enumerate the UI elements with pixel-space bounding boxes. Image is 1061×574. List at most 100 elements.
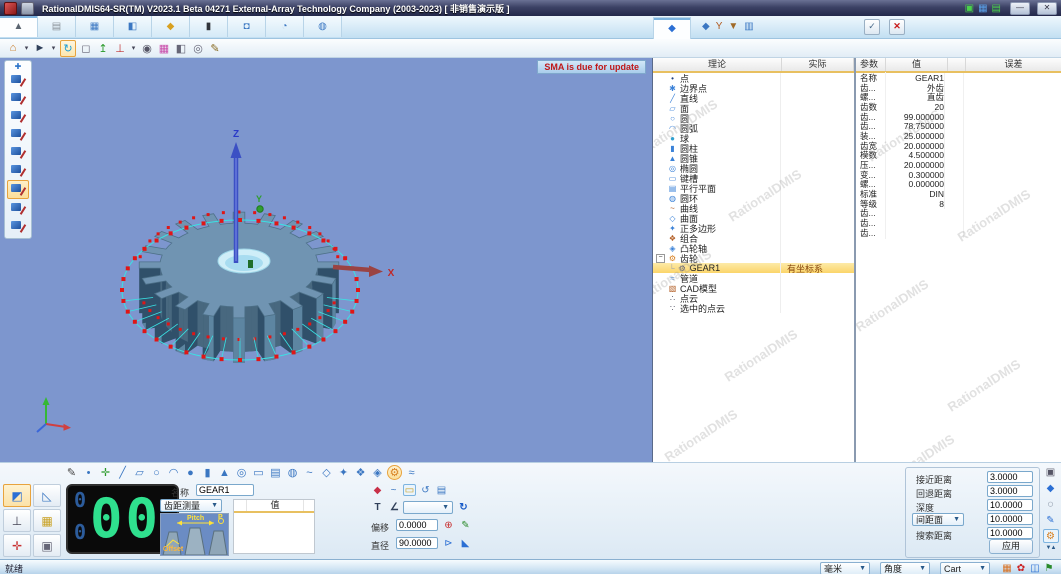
view-button[interactable]: ◉ <box>140 41 154 56</box>
name-input[interactable] <box>196 484 254 496</box>
tool-status-icon[interactable]: ◫ <box>1028 562 1042 574</box>
snapshot-button[interactable]: ◧ <box>174 41 188 56</box>
apply-check-icon[interactable]: ✓ <box>864 19 880 35</box>
stylus-panel-icon[interactable]: ✎ <box>1043 513 1059 527</box>
collapse-toggle[interactable]: − <box>656 254 665 263</box>
graph-view-icon[interactable]: ~ <box>387 484 400 496</box>
combine-feature-icon[interactable]: ❖ <box>353 465 368 480</box>
model-icon[interactable]: ◆ <box>702 19 710 34</box>
sma-warning-badge[interactable]: SMA is due for update <box>537 60 646 74</box>
tab-shield[interactable]: ◘ <box>228 16 266 37</box>
offset-input[interactable] <box>396 519 438 531</box>
param-row[interactable]: 齿宽20.000000 <box>856 141 1061 151</box>
param-row[interactable]: 等级8 <box>856 199 1061 209</box>
machine-button[interactable]: ▣ <box>33 534 61 557</box>
home-caret[interactable]: ▾ <box>23 41 30 56</box>
caliper-button[interactable]: ◺ <box>33 484 61 507</box>
layout-icon[interactable]: ▦ <box>978 3 987 14</box>
param-row[interactable]: 标准DIN <box>856 189 1061 199</box>
export-button[interactable]: ↥ <box>96 41 110 56</box>
pipe-feature-icon[interactable]: ≈ <box>404 465 419 480</box>
filter-icon[interactable]: Y <box>716 19 723 34</box>
param-row[interactable]: 变...0.300000 <box>856 170 1061 180</box>
gear-panel-icon[interactable]: ⚙ <box>1043 529 1059 543</box>
pin-icon[interactable]: ✚ <box>15 62 22 71</box>
param-row[interactable]: 螺...直齿 <box>856 92 1061 102</box>
param-row[interactable]: 齿... <box>856 209 1061 219</box>
circle-feature-icon[interactable]: ○ <box>149 465 164 480</box>
machine-panel-icon[interactable]: ▣ <box>1043 465 1059 479</box>
alarm-status-icon[interactable]: ✿ <box>1014 562 1028 574</box>
evaluate-icon[interactable]: ⊳ <box>442 537 455 549</box>
surface-feature-icon[interactable]: ◇ <box>319 465 334 480</box>
probe-config-button[interactable] <box>8 72 28 89</box>
parallel-planes-feature-icon[interactable]: ▤ <box>268 465 283 480</box>
tree-header-theory[interactable]: 理论 <box>653 58 782 71</box>
close-button[interactable]: ✕ <box>1037 2 1057 15</box>
export-feature-icon[interactable]: ◣ <box>459 537 472 549</box>
measure-row-input[interactable] <box>987 499 1033 511</box>
refresh-button[interactable]: ↻ <box>60 40 76 57</box>
gear-feature-icon[interactable]: ⚙ <box>387 465 402 480</box>
devices-icon[interactable]: ▤ <box>992 3 1001 14</box>
tab-clock[interactable]: ◔ <box>266 16 304 37</box>
probe-config-button[interactable] <box>8 108 28 125</box>
scene-canvas[interactable]: ZXY <box>0 58 652 462</box>
axes-caret[interactable]: ▾ <box>130 41 137 56</box>
palette-button[interactable]: ▦ <box>157 41 171 56</box>
param-row[interactable]: 装...25.000000 <box>856 131 1061 141</box>
csys-button[interactable]: ✛ <box>3 534 31 557</box>
measure-row-input[interactable] <box>987 485 1033 497</box>
tab-palette[interactable]: ◆ <box>152 16 190 37</box>
select-button[interactable]: ► <box>33 41 47 56</box>
param-row[interactable]: 齿... <box>856 228 1061 238</box>
ellipse-feature-icon[interactable]: ◎ <box>234 465 249 480</box>
probe-config-button[interactable] <box>8 162 28 179</box>
viewport-3d[interactable]: ZXY SMA is due for update ✚ <box>0 58 653 462</box>
apply-button[interactable]: 应用 <box>989 539 1033 554</box>
probe-config-button[interactable] <box>8 90 28 107</box>
tree-header-actual[interactable]: 实际 <box>782 58 854 71</box>
coordinate-view-icon[interactable]: ◆ <box>371 484 384 496</box>
angle-dropdown[interactable]: 角度 ▼ <box>880 562 930 574</box>
param-row[interactable]: 齿数20 <box>856 102 1061 112</box>
curve-feature-icon[interactable]: ~ <box>302 465 317 480</box>
probe-head-button[interactable]: ⊥ <box>3 509 31 532</box>
probe-angle-button[interactable]: ∠ <box>388 501 401 513</box>
tool-rack-button[interactable]: ▦ <box>33 509 61 532</box>
unit-dropdown[interactable]: 毫米 ▼ <box>820 562 870 574</box>
params-header-name[interactable]: 参数 <box>856 58 886 71</box>
tab-device[interactable]: ◧ <box>114 16 152 37</box>
cylinder-feature-icon[interactable]: ▮ <box>200 465 215 480</box>
collapse-arrows-icon[interactable]: ▼▲ <box>1046 545 1056 551</box>
plane-feature-icon[interactable]: ▱ <box>132 465 147 480</box>
monitor-icon[interactable]: ▥ <box>744 19 753 34</box>
grid-status-icon[interactable]: ▦ <box>1000 562 1014 574</box>
probe-config-button[interactable] <box>7 180 29 199</box>
cone-feature-icon[interactable]: ▲ <box>217 465 232 480</box>
param-row[interactable]: 模数4.500000 <box>856 151 1061 161</box>
param-row[interactable]: 齿... <box>856 218 1061 228</box>
gear-3d-model[interactable]: ZXY <box>0 58 652 462</box>
axis-feature-icon[interactable]: ✛ <box>98 465 113 480</box>
close-panel-icon[interactable]: ✕ <box>889 19 905 35</box>
basket-icon[interactable]: ▼ <box>728 19 738 34</box>
tab-ink[interactable]: ▮ <box>190 16 228 37</box>
remote-icon[interactable]: ▣ <box>965 3 974 14</box>
camshaft-feature-icon[interactable]: ◈ <box>370 465 385 480</box>
edit-icon[interactable]: ✎ <box>459 519 472 531</box>
point-feature-icon[interactable]: • <box>81 465 96 480</box>
link-status-icon[interactable]: ⚑ <box>1042 562 1056 574</box>
slot-feature-icon[interactable]: ▭ <box>251 465 266 480</box>
probe-cube-button[interactable]: ◩ <box>3 484 31 507</box>
probe-config-button[interactable] <box>8 200 28 217</box>
probe-vertical-button[interactable]: T <box>371 501 384 513</box>
param-row[interactable]: 齿...99.000000 <box>856 112 1061 122</box>
stylus-feature-icon[interactable]: ✎ <box>64 465 79 480</box>
axes-button[interactable]: ⊥ <box>113 41 127 56</box>
tab-network[interactable]: ◍ <box>304 16 342 37</box>
tab-home[interactable]: ▲ <box>0 16 38 37</box>
params-header-value[interactable]: 值 <box>886 58 948 71</box>
param-row[interactable]: 压...20.000000 <box>856 160 1061 170</box>
probe-config-button[interactable] <box>8 144 28 161</box>
